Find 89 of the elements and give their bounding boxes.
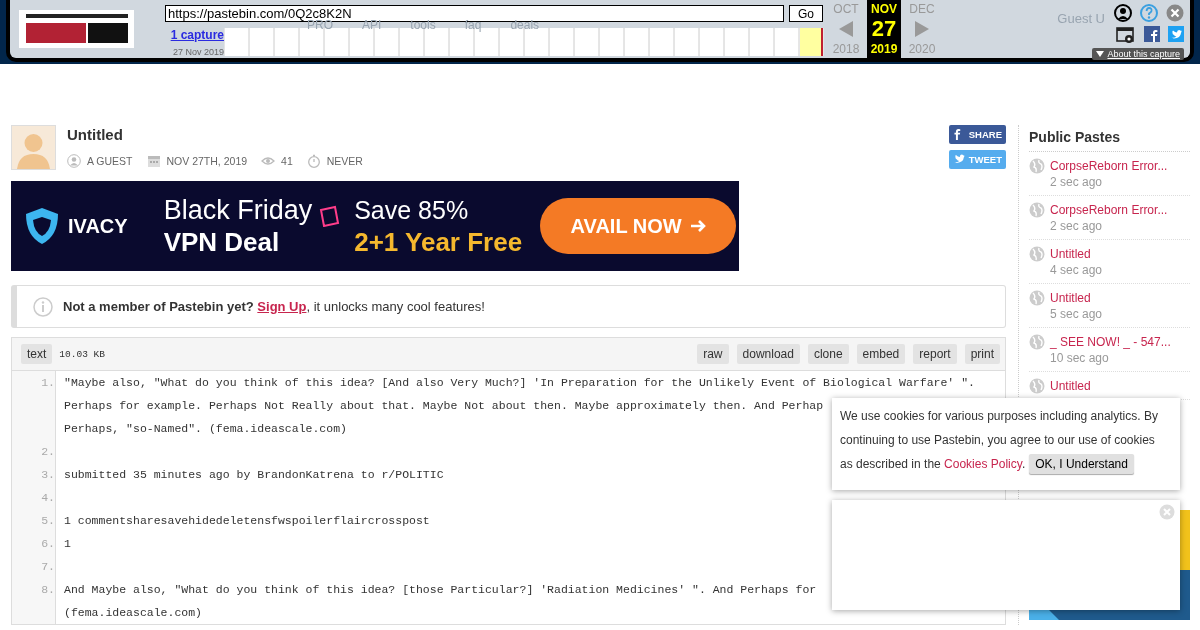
code-line: 1 commentsharesavehidedeletensfwspoilerflaircrosspost bbox=[64, 513, 430, 529]
globe-icon bbox=[1029, 158, 1045, 174]
year-label: 2019 bbox=[870, 42, 898, 56]
month-label: DEC bbox=[909, 2, 935, 16]
close-icon[interactable] bbox=[1159, 504, 1175, 520]
author-label: A GUEST bbox=[87, 155, 133, 167]
month-label: NOV bbox=[871, 2, 897, 16]
paste-time: 2 sec ago bbox=[1050, 174, 1104, 190]
code-line: Perhaps for example. Perhaps Not Really about that. Maybe Not about then. Maybe approximately then. And Perhap bbox=[64, 398, 824, 414]
camera-icon bbox=[1116, 26, 1136, 44]
close-icon bbox=[1166, 4, 1184, 22]
action-button[interactable]: clone bbox=[807, 344, 849, 364]
line-number: 7. bbox=[12, 555, 56, 578]
capture-date: 27 Nov 2019 bbox=[172, 47, 224, 57]
twitter-icon bbox=[953, 153, 966, 166]
share-button[interactable]: SHARE bbox=[949, 125, 1006, 144]
code-line: (fema.ideascale.com) bbox=[64, 605, 203, 621]
sidebar-title: Public Pastes bbox=[1029, 125, 1190, 152]
info-icon bbox=[33, 296, 53, 317]
ad-offer: Save 85% bbox=[354, 195, 470, 226]
calendar-icon bbox=[146, 154, 161, 168]
action-button[interactable]: download bbox=[736, 344, 800, 364]
action-button[interactable]: print bbox=[964, 344, 1000, 364]
wayback-logo-icon[interactable] bbox=[19, 10, 134, 48]
right-arrow-icon bbox=[915, 21, 929, 37]
month-column[interactable]: NOV 27 2019 bbox=[867, 0, 901, 58]
paste-link[interactable]: CorpseReborn Error... bbox=[1050, 202, 1168, 218]
cookie-text: We use cookies for various purposes including analytics. By continuing to use Pastebin, you agree to our use of cookies as described in the Cookies Policy. OK, I Understand bbox=[840, 404, 1166, 476]
file-size: 10.03 KB bbox=[59, 348, 105, 360]
globe-icon bbox=[1029, 290, 1045, 306]
globe-icon bbox=[1029, 246, 1045, 262]
shield-icon bbox=[24, 206, 60, 246]
day-number: 27 bbox=[871, 16, 897, 42]
ad-headline: Black Friday bbox=[163, 194, 313, 226]
line-number: 1. bbox=[12, 371, 56, 440]
action-button[interactable]: embed bbox=[856, 344, 906, 364]
notice-text: Not a member of Pastebin yet? Sign Up, it unlocks many cool features! bbox=[63, 299, 485, 314]
globe-icon bbox=[1029, 202, 1045, 218]
syntax-label: text bbox=[21, 344, 53, 364]
ad-subline: VPN Deal bbox=[163, 226, 281, 258]
line-number: 5. bbox=[12, 509, 56, 532]
code-line: And Maybe also, "What do you think of this idea? [those Particular?] 'Radiation Medicines' ". And Perhaps for bbox=[64, 582, 817, 598]
twitter-icon bbox=[1168, 26, 1184, 42]
eye-icon bbox=[261, 154, 276, 168]
paste-link[interactable]: Untitled bbox=[1050, 378, 1091, 394]
paste-link[interactable]: Untitled bbox=[1050, 290, 1103, 306]
about-capture-button[interactable]: About this capture bbox=[1092, 48, 1184, 60]
code-line: "Maybe also, "What do you think of this idea? [And also Very Much?] 'In Preparation for the Unlikely Event of Biological Warfare' ". bbox=[64, 375, 975, 391]
year-label: 2020 bbox=[908, 42, 936, 56]
arrow-icon bbox=[689, 218, 706, 234]
help-icon bbox=[1140, 4, 1158, 22]
paste-title: Untitled bbox=[67, 126, 124, 143]
ad-bonus: 2+1 Year Free bbox=[354, 226, 523, 258]
left-arrow-icon bbox=[839, 21, 853, 37]
line-number: 3. bbox=[12, 463, 56, 486]
globe-icon bbox=[1029, 334, 1045, 350]
user-icon bbox=[67, 154, 81, 168]
captures-link[interactable]: 1 capture bbox=[170, 28, 224, 42]
paste-link[interactable]: Untitled bbox=[1050, 246, 1103, 262]
line-number: 6. bbox=[12, 532, 56, 555]
facebook-icon bbox=[1144, 26, 1160, 42]
globe-icon bbox=[1029, 378, 1045, 394]
go-button[interactable]: Go bbox=[789, 5, 823, 22]
expiry-label: NEVER bbox=[326, 155, 363, 167]
code-line: submitted 35 minutes ago by BrandonKatrena to r/POLITIC bbox=[64, 467, 444, 483]
caret-icon bbox=[1096, 51, 1105, 57]
date-label: NOV 27TH, 2019 bbox=[166, 155, 248, 167]
ok-button[interactable]: OK, I Understand bbox=[1029, 454, 1134, 474]
user-icon bbox=[1114, 4, 1132, 22]
line-number: 8. bbox=[12, 578, 56, 624]
ad-banner[interactable]: IVACY Black Friday VPN Deal Save 85% 2+1 Year Free AVAIL NOW bbox=[11, 181, 739, 271]
line-number: 2. bbox=[12, 440, 56, 463]
paste-time: 10 sec ago bbox=[1050, 350, 1110, 366]
year-label: 2018 bbox=[832, 42, 860, 56]
ad-brand: IVACY bbox=[68, 214, 128, 238]
paste-time: 4 sec ago bbox=[1050, 262, 1103, 278]
paste-time: 2 sec ago bbox=[1050, 218, 1104, 234]
stopwatch-icon bbox=[306, 154, 321, 168]
paste-time: 5 sec ago bbox=[1050, 306, 1103, 322]
code-line: Perhaps, "so-Named". (fema.ideascale.com) bbox=[64, 421, 347, 437]
action-button[interactable]: raw bbox=[697, 344, 729, 364]
cookies-policy-link[interactable]: Cookies Policy bbox=[944, 457, 1022, 471]
month-label: OCT bbox=[833, 2, 859, 16]
line-number: 4. bbox=[12, 486, 56, 509]
paste-link[interactable]: _ SEE NOW! _ - 547... bbox=[1050, 334, 1171, 350]
action-button[interactable]: report bbox=[913, 344, 957, 364]
views-count: 41 bbox=[281, 155, 293, 167]
paste-link[interactable]: CorpseReborn Error... bbox=[1050, 158, 1168, 174]
code-line: 1 bbox=[64, 536, 71, 552]
